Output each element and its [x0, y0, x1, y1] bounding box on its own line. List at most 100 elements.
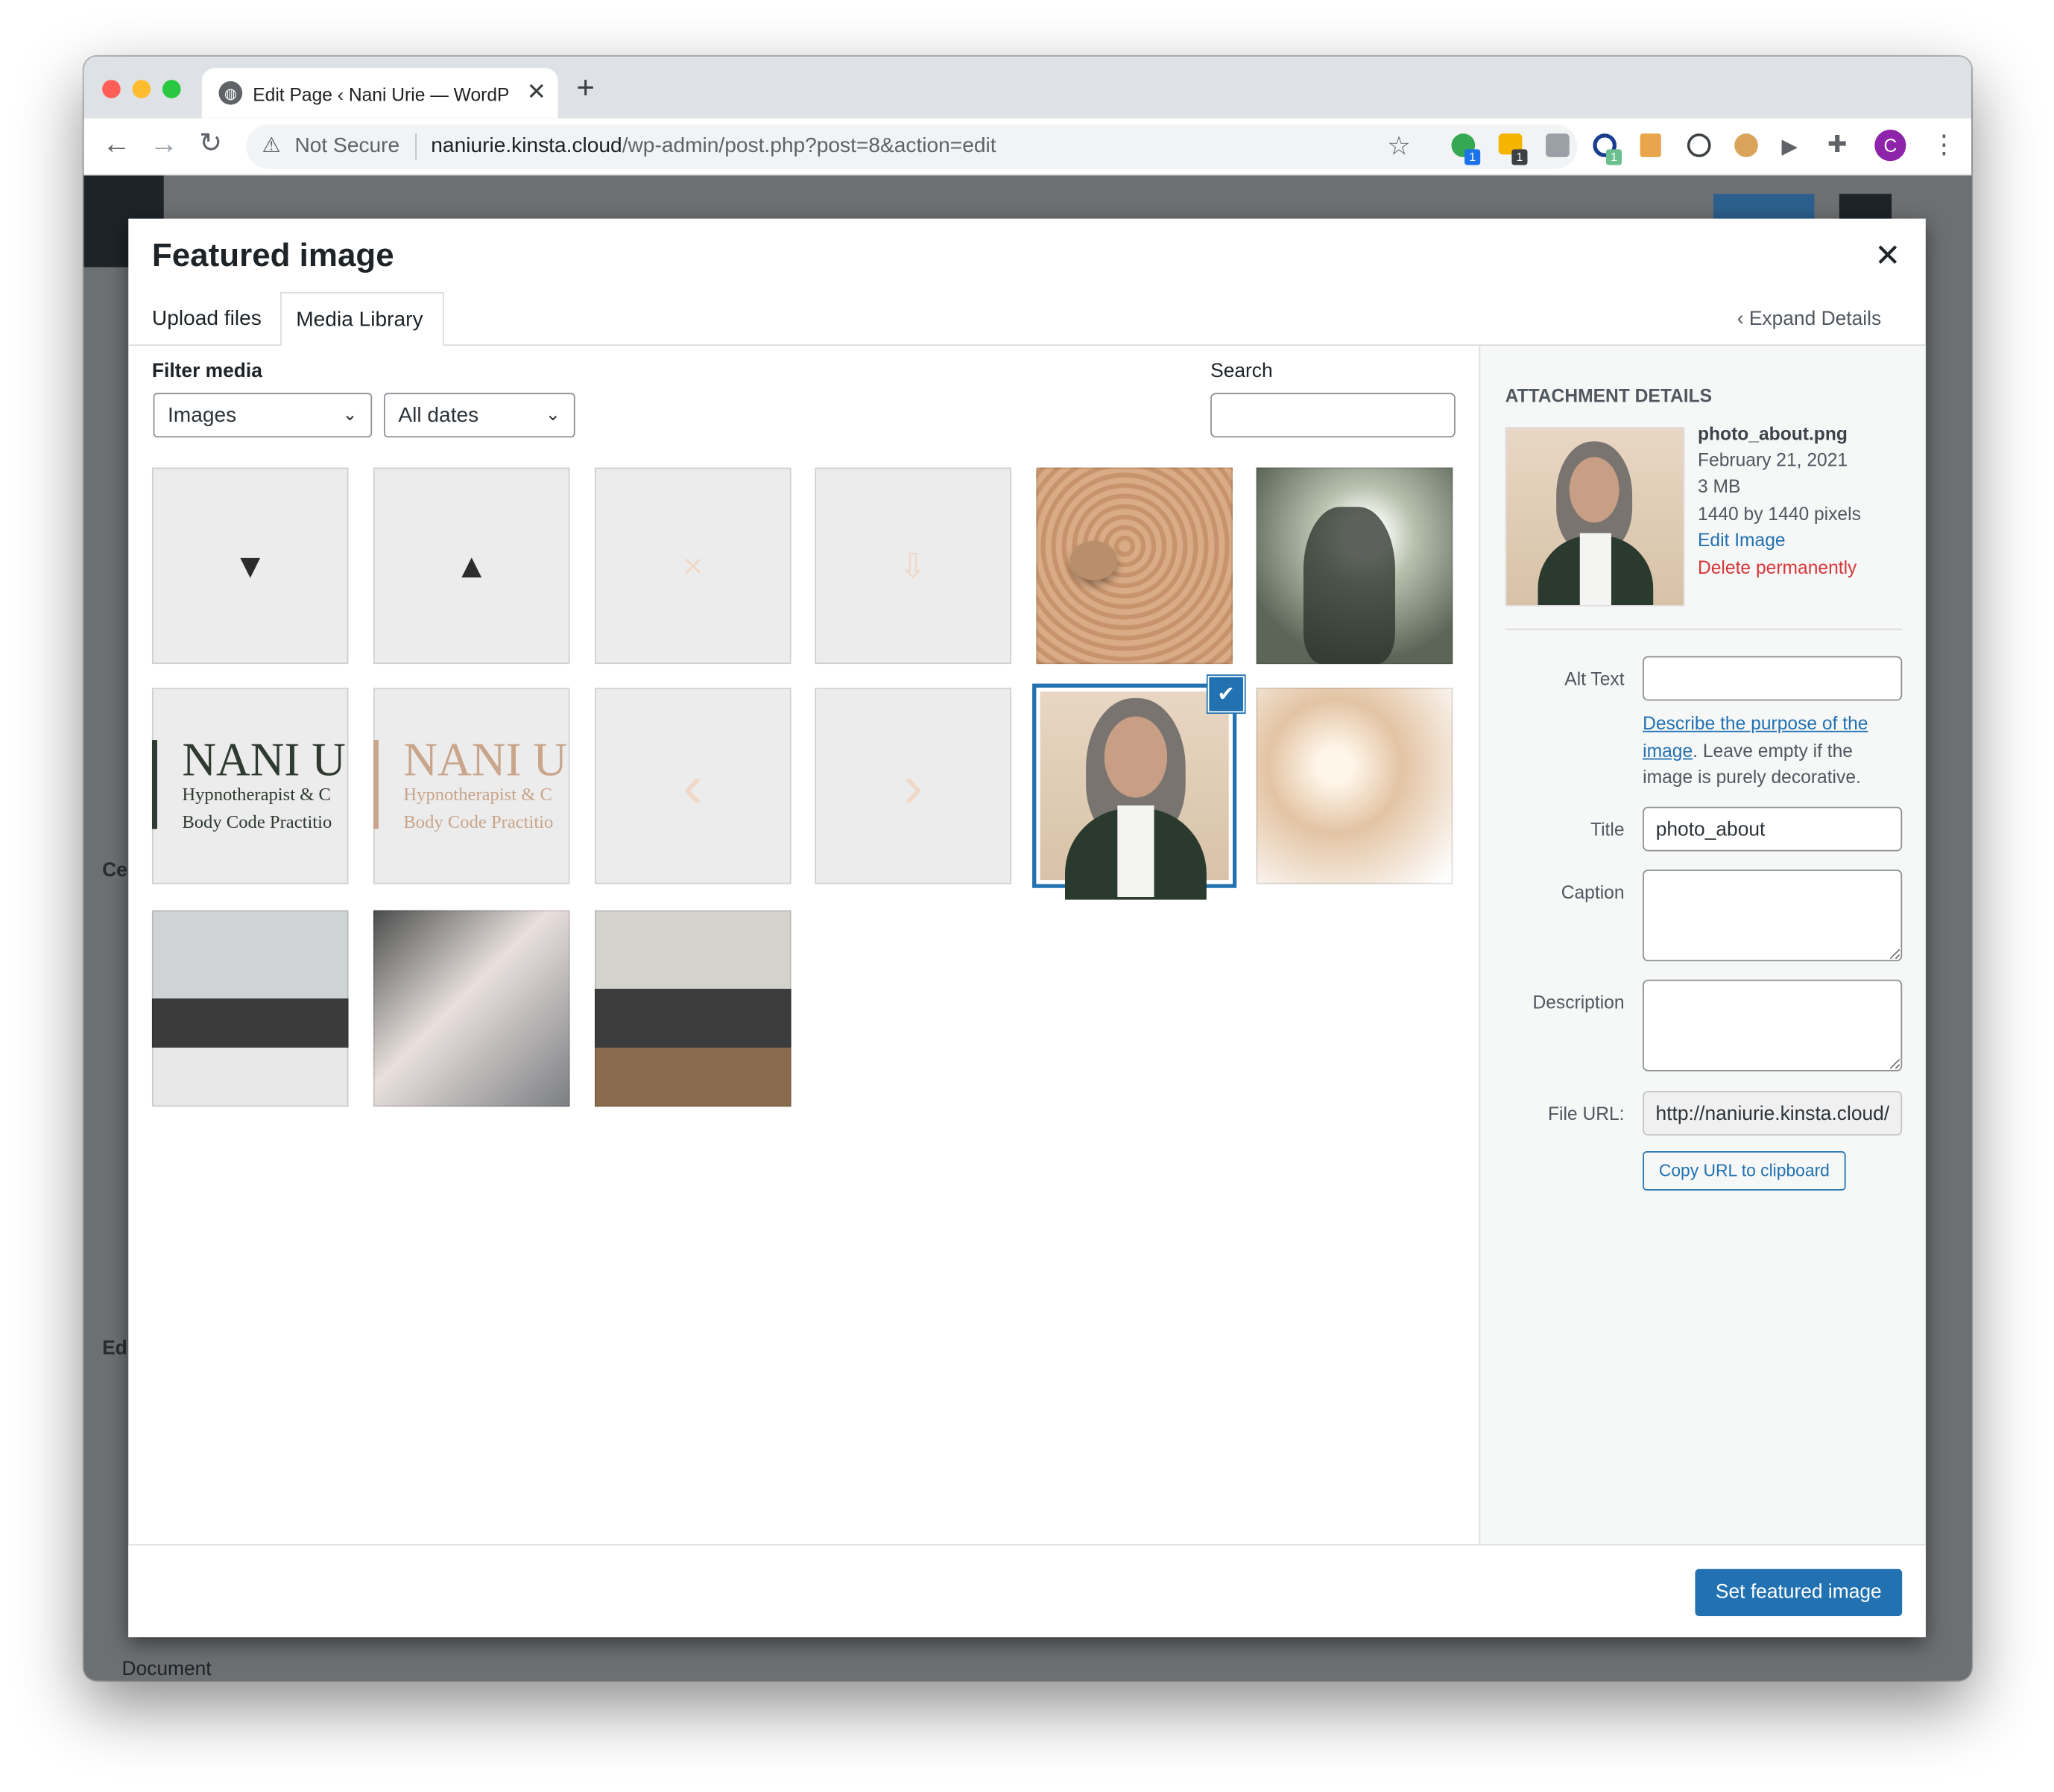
logo-text: NANI U [403, 733, 568, 786]
featured-image-modal: Featured image ✕ Upload files Media Libr… [128, 218, 1926, 1638]
expand-details-label: Expand Details [1748, 308, 1882, 330]
extension-badge: 1 [1605, 149, 1622, 165]
alt-text-input[interactable] [1643, 656, 1903, 701]
attachment-details-panel: ATTACHMENT DETAILS photo_about.png Febru… [1479, 346, 1926, 1545]
new-tab-icon[interactable]: + [576, 71, 595, 107]
details-divider [1505, 628, 1903, 630]
chevron-left-icon: ‹ [683, 751, 704, 820]
portrait-face [1569, 457, 1619, 523]
reload-icon[interactable]: ↻ [199, 127, 222, 159]
close-window-button[interactable] [102, 80, 121, 98]
expand-details-button[interactable]: ‹ Expand Details [1737, 308, 1881, 330]
media-item-photo[interactable]: ✔ [1036, 677, 1244, 900]
profile-avatar[interactable]: C [1874, 130, 1906, 162]
cookie-icon[interactable] [1734, 133, 1758, 157]
media-item-photo[interactable] [151, 910, 349, 1107]
security-label: Not Secure [294, 135, 400, 157]
media-item[interactable]: NANI U Hypnotherapist & C Body Code Practi… [373, 687, 570, 884]
caption-textarea[interactable] [1643, 870, 1903, 962]
bookmark-star-icon[interactable]: ☆ [1387, 130, 1411, 162]
type-filter-select[interactable]: Images ⌄ [153, 393, 373, 438]
menu-kebab-icon[interactable]: ⋮ [1931, 128, 1957, 161]
browser-toolbar: ← → ↻ ⚠ Not Secure naniurie.kinsta.cloud… [83, 118, 1972, 176]
modal-toolbar: Set featured image [128, 1544, 1926, 1638]
extension-record-icon[interactable] [1687, 133, 1711, 157]
minimize-window-button[interactable] [132, 80, 151, 98]
selected-check-icon[interactable]: ✔ [1209, 677, 1244, 712]
caption-label: Caption [1561, 881, 1625, 903]
logo-text: Hypnotherapist & C [403, 785, 552, 805]
address-bar[interactable]: ⚠ Not Secure naniurie.kinsta.cloud/wp-ad… [246, 124, 1578, 169]
logo-text: Hypnotherapist & C [182, 785, 331, 805]
media-item[interactable]: NANI U Hypnotherapist & C Body Code Practi… [151, 687, 349, 884]
details-size: 3 MB [1697, 475, 1741, 497]
media-item[interactable]: › [815, 687, 1011, 884]
media-item[interactable]: ‹ [594, 687, 791, 884]
tab-upload-files[interactable]: Upload files [152, 308, 262, 332]
media-item-photo[interactable] [1036, 467, 1233, 665]
tab-bar: ◍ Edit Page ‹ Nani Urie — WordP ✕ + [83, 56, 1972, 118]
modal-title: Featured image [151, 237, 394, 274]
extension-hammer-icon[interactable] [1640, 133, 1661, 157]
chevron-down-icon: ⌄ [342, 403, 358, 425]
search-input[interactable] [1210, 393, 1456, 438]
close-x-icon: × [683, 545, 704, 585]
close-tab-icon[interactable]: ✕ [527, 78, 547, 106]
tab-title: Edit Page ‹ Nani Urie — WordP [253, 83, 510, 105]
media-item[interactable]: × [594, 467, 791, 665]
forward-icon[interactable]: → [149, 127, 178, 161]
sidebar-fragment: Ce [102, 859, 127, 881]
close-icon[interactable]: ✕ [1874, 237, 1900, 275]
alt-text-label: Alt Text [1564, 668, 1625, 689]
chevron-right-icon: › [903, 751, 923, 820]
file-url-input[interactable] [1643, 1091, 1903, 1136]
title-input[interactable] [1643, 806, 1903, 852]
description-label: Description [1532, 991, 1625, 1013]
media-item-photo[interactable] [1256, 687, 1453, 884]
filter-label: Filter media [151, 360, 262, 383]
media-item-photo[interactable] [1256, 467, 1453, 665]
logo-text: Body Code Practitio [403, 813, 554, 833]
details-dimensions: 1440 by 1440 pixels [1697, 502, 1861, 525]
edit-image-link[interactable]: Edit Image [1698, 529, 1786, 550]
zen-stone [1070, 540, 1118, 580]
date-filter-select[interactable]: All dates ⌄ [384, 393, 575, 438]
back-icon[interactable]: ← [102, 127, 131, 161]
media-item[interactable]: ⇩ [815, 467, 1011, 665]
address-divider [415, 133, 417, 160]
tab-media-library[interactable]: Media Library [280, 291, 444, 346]
search-label: Search [1210, 360, 1273, 383]
logo-text: Body Code Practitio [182, 813, 332, 833]
play-extension-icon[interactable]: ▶ [1781, 133, 1798, 159]
details-date: February 21, 2021 [1697, 449, 1848, 471]
silhouette-shape [1303, 507, 1395, 665]
copy-url-button[interactable]: Copy URL to clipboard [1643, 1151, 1846, 1191]
sidebar-fragment: Ed [102, 1337, 127, 1360]
url-text: naniurie.kinsta.cloud/wp-admin/post.php?… [431, 135, 996, 159]
puzzle-icon[interactable]: ✚ [1827, 131, 1848, 159]
logo-bracket [151, 740, 157, 829]
browser-tab[interactable]: ◍ Edit Page ‹ Nani Urie — WordP ✕ [201, 68, 558, 118]
description-textarea[interactable] [1643, 979, 1903, 1071]
set-featured-image-button[interactable]: Set featured image [1695, 1568, 1903, 1617]
logo-text: NANI U [182, 733, 347, 786]
portrait-shirt [1579, 533, 1611, 606]
extension-gray-icon[interactable] [1546, 133, 1570, 157]
delete-permanently-link[interactable]: Delete permanently [1698, 557, 1856, 577]
url-path: /wp-admin/post.php?post=8&action=edit [622, 135, 996, 157]
details-filename: photo_about.png [1697, 422, 1848, 444]
file-url-label: File URL: [1547, 1102, 1625, 1124]
media-item-photo[interactable] [373, 910, 570, 1107]
media-item[interactable]: ▼ [151, 467, 349, 665]
media-item[interactable]: ▲ [373, 467, 570, 665]
maximize-window-button[interactable] [162, 80, 181, 98]
document-breadcrumb: Document [121, 1658, 212, 1681]
logo-bracket [373, 740, 379, 829]
media-item-photo[interactable] [594, 910, 791, 1107]
caret-down-icon: ▼ [233, 545, 268, 585]
type-filter-value: Images [167, 405, 237, 428]
url-domain: naniurie.kinsta.cloud [431, 135, 622, 157]
portrait-shirt [1117, 805, 1154, 898]
download-icon: ⇩ [898, 545, 928, 585]
portrait-face [1104, 716, 1168, 798]
